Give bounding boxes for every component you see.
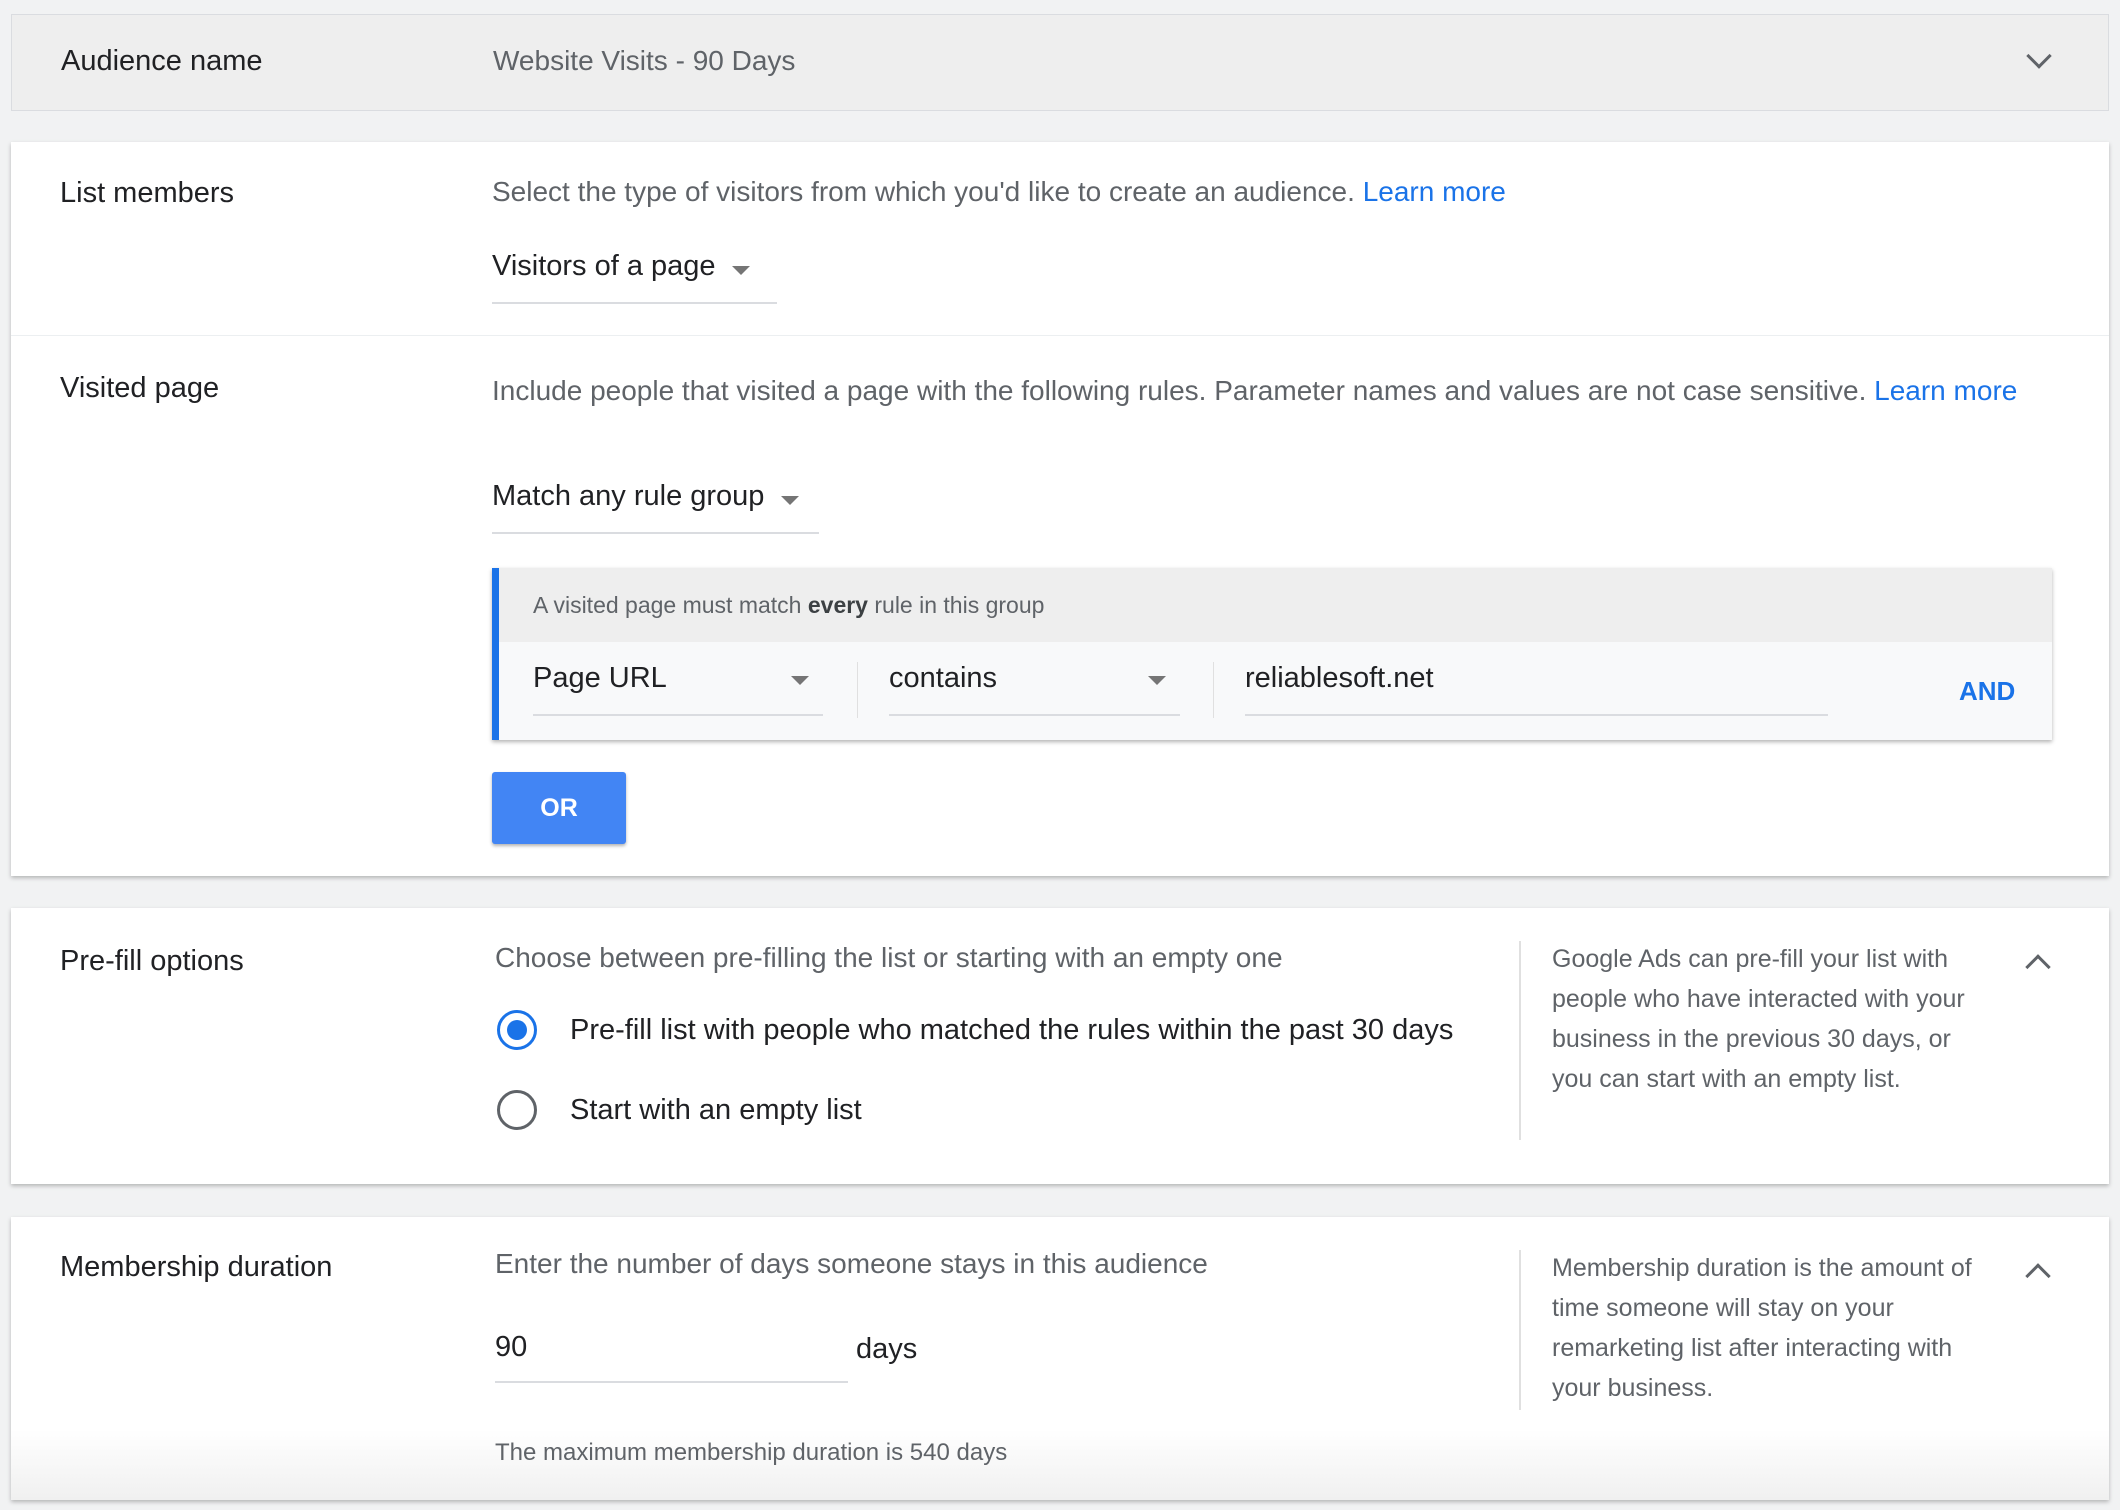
radio-label: Start with an empty list [570,1094,862,1126]
prefill-help-text: Google Ads can pre-fill your list with p… [1552,945,1965,1093]
membership-label: Membership duration [60,1251,333,1283]
prefill-description: Choose between pre-filling the list or s… [495,942,1283,973]
audience-name-label: Audience name [61,45,263,77]
chevron-up-icon[interactable] [2025,1263,2051,1289]
rule-group-header: A visited page must match every rule in … [499,568,2052,642]
audience-name-value: Website Visits - 90 Days [493,45,796,76]
audience-name-bar[interactable]: Audience name Website Visits - 90 Days [11,14,2109,111]
divider [857,662,858,718]
and-button[interactable]: AND [1959,676,2015,707]
learn-more-link[interactable]: Learn more [1874,375,2017,406]
rule-group: A visited page must match every rule in … [492,568,2052,740]
divider [1519,1250,1521,1410]
dropdown-arrow-icon [1148,676,1166,685]
rule-value-text: reliablesoft.net [1245,662,1434,694]
days-unit: days [856,1333,918,1365]
rule-header-bold: every [807,592,868,618]
list-members-description: Select the type of visitors from which y… [492,176,1506,208]
membership-description: Enter the number of days someone stays i… [495,1248,1208,1279]
divider [1213,662,1214,718]
divider [11,335,2109,336]
or-button[interactable]: OR [492,772,626,844]
prefill-radio-option[interactable]: Pre-fill list with people who matched th… [497,1008,1497,1058]
radio-selected-icon[interactable] [497,1010,537,1050]
learn-more-part[interactable]: more [1954,375,2018,406]
membership-help-text: Membership duration is the amount of tim… [1552,1254,1972,1402]
visited-page-text: Include people that visited a page with … [492,375,1867,406]
list-members-dropdown[interactable]: Visitors of a page [492,250,777,306]
match-rule-dropdown-value: Match any rule group [492,480,765,512]
radio-unselected-icon[interactable] [497,1090,537,1130]
or-label: OR [540,794,578,822]
rule-field-value: Page URL [533,662,667,694]
visited-page-description: Include people that visited a page with … [492,371,2072,411]
visited-page-label: Visited page [60,372,220,404]
list-members-text: Select the type of visitors from which y… [492,176,1355,207]
rule-header-text: rule in this group [867,592,1045,618]
list-members-dropdown-value: Visitors of a page [492,250,716,282]
match-rule-dropdown[interactable]: Match any rule group [492,480,819,536]
dropdown-arrow-icon [732,266,750,276]
chevron-up-icon[interactable] [2025,954,2051,980]
dropdown-arrow-icon [791,676,809,685]
membership-card: Membership duration Enter the number of … [11,1217,2109,1500]
chevron-down-icon[interactable] [2026,43,2052,69]
rule-value-input[interactable]: reliablesoft.net [1245,662,1828,718]
prefill-card: Pre-fill options Choose between pre-fill… [11,908,2109,1184]
rule-operator-value: contains [889,662,998,694]
divider [1519,941,1521,1140]
dropdown-arrow-icon [780,496,799,506]
list-members-card: List members Select the type of visitors… [11,142,2109,876]
prefill-label: Pre-fill options [60,945,244,977]
learn-more-part[interactable]: Learn [1874,375,1946,406]
rule-operator-dropdown[interactable]: contains [889,662,1180,718]
membership-days-value: 90 [495,1331,528,1363]
rule-header-text: A visited page must match [533,592,808,618]
learn-more-link[interactable]: Learn more [1363,176,1506,207]
rule-field-dropdown[interactable]: Page URL [533,662,823,718]
membership-note: The maximum membership duration is 540 d… [495,1439,1008,1466]
empty-list-radio-option[interactable]: Start with an empty list [497,1088,1097,1138]
list-members-label: List members [60,177,235,209]
membership-days-input[interactable]: 90 [495,1331,848,1387]
radio-label: Pre-fill list with people who matched th… [570,1014,1454,1046]
